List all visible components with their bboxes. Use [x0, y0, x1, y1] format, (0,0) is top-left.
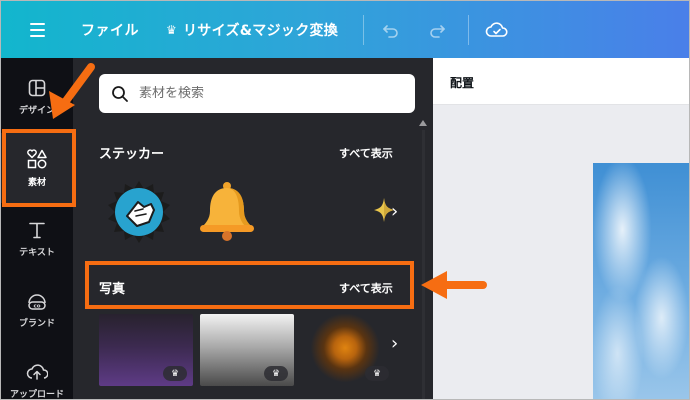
crown-icon: ♛ [365, 366, 389, 381]
canvas-sky-photo[interactable] [593, 163, 689, 399]
sticker-see-all-link[interactable]: すべて表示 [339, 145, 393, 161]
top-toolbar: ファイル ♛ リサイズ&マジック変換 [1, 1, 689, 58]
search-input[interactable] [139, 86, 399, 101]
annotation-arrow-left-icon [421, 271, 487, 299]
sidebar-item-label: アップロード [9, 390, 64, 400]
highlight-box-elements [2, 129, 76, 207]
text-icon [29, 222, 45, 239]
editor-area: 配置 [433, 58, 689, 399]
brand-icon: co [28, 294, 46, 310]
sidebar-item-label: ブランド [18, 319, 55, 329]
photo-thumbnail[interactable]: ♛ [99, 314, 193, 386]
file-menu-button[interactable]: ファイル [81, 1, 139, 58]
search-box[interactable] [99, 74, 415, 113]
sidebar-item-brand[interactable]: co ブランド [1, 275, 73, 345]
sidebar-item-label: テキスト [19, 248, 55, 258]
scroll-up-arrow-icon[interactable] [419, 120, 427, 126]
hamburger-icon[interactable] [29, 1, 45, 58]
toolbar-divider [468, 15, 469, 45]
search-icon [112, 85, 128, 102]
photo-thumbnail[interactable]: ♛ [200, 314, 294, 386]
sticker-clapping-hands[interactable] [107, 180, 171, 248]
editor-context-toolbar: 配置 [433, 58, 689, 105]
cloud-check-icon[interactable] [485, 1, 509, 58]
resize-magic-button[interactable]: リサイズ&マジック変換 [183, 1, 338, 58]
redo-icon[interactable] [427, 1, 447, 58]
undo-icon[interactable] [381, 1, 401, 58]
sidebar-item-text[interactable]: テキスト [1, 204, 73, 274]
svg-text:co: co [33, 304, 40, 310]
position-button[interactable]: 配置 [450, 74, 474, 91]
sidebar-item-upload[interactable]: アップロード [1, 346, 73, 400]
highlight-box-photo [85, 261, 414, 309]
photo-next-arrow-icon[interactable]: › [391, 333, 398, 354]
crown-icon: ♛ [264, 366, 288, 381]
crown-icon: ♛ [163, 366, 187, 381]
annotation-arrow-down-left-icon [49, 63, 95, 119]
photo-thumbnail[interactable]: ♛ [301, 314, 395, 386]
scrollbar[interactable] [422, 130, 425, 399]
elements-panel: ステッカー すべて表示 › [73, 58, 433, 399]
toolbar-divider [363, 15, 364, 45]
sticker-section-title: ステッカー [99, 147, 165, 162]
upload-icon [26, 364, 48, 380]
app-window: ファイル ♛ リサイズ&マジック変換 デザイン 素材 テキスト co ブランド … [0, 0, 690, 400]
crown-icon: ♛ [166, 22, 177, 37]
sticker-next-arrow-icon[interactable]: › [391, 201, 398, 222]
sticker-bell[interactable] [195, 179, 259, 245]
